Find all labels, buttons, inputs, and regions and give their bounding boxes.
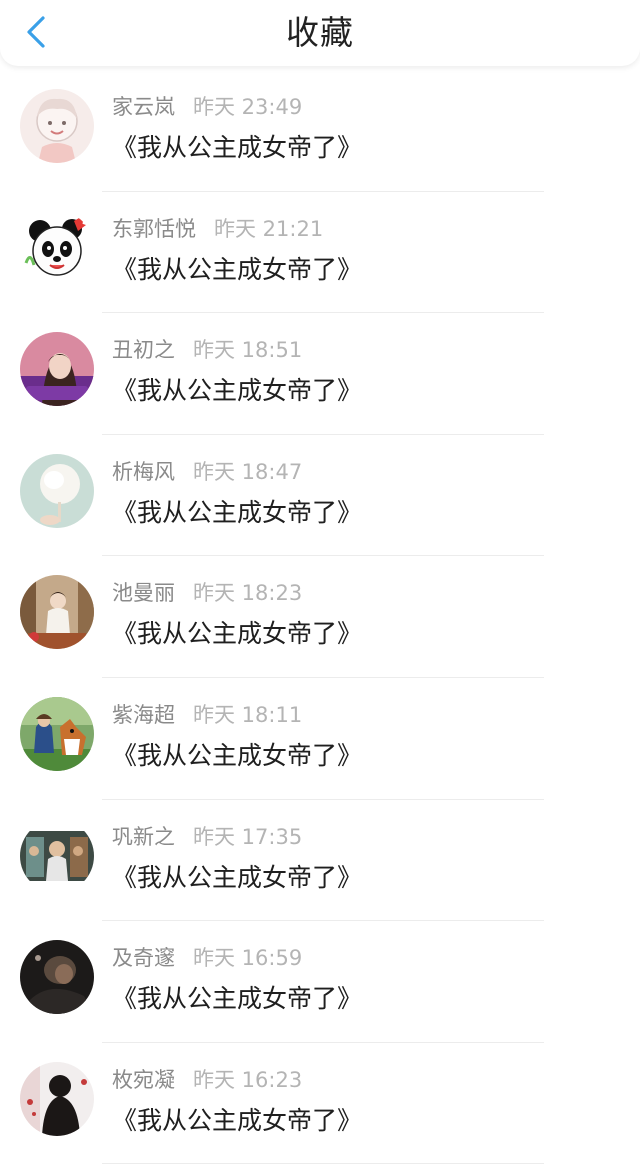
timestamp: 昨天 21:21 (214, 216, 324, 241)
avatar[interactable] (20, 89, 94, 163)
avatar[interactable] (20, 210, 94, 285)
user-name[interactable]: 及奇邃 (112, 946, 175, 970)
avatar[interactable] (20, 818, 94, 893)
user-name[interactable]: 池曼丽 (112, 581, 175, 605)
user-name[interactable]: 家云岚 (112, 95, 175, 119)
user-name[interactable]: 东郭恬悦 (112, 217, 196, 241)
avatar-image (20, 210, 94, 285)
avatar[interactable] (20, 940, 94, 1015)
avatar-image (20, 575, 94, 650)
list-item[interactable]: 析梅风 昨天 18:47 《我从公主成女帝了》 (0, 435, 640, 557)
page-title: 收藏 (286, 13, 354, 52)
book-title[interactable]: 《我从公主成女帝了》 (112, 1103, 362, 1139)
item-meta: 枚宛凝 昨天 16:23 (112, 1065, 302, 1095)
item-meta: 丑初之 昨天 18:51 (112, 335, 302, 365)
favorites-list: 家云岚 昨天 23:49 《我从公主成女帝了》 东郭恬悦 昨天 21:21 《我… (0, 70, 640, 1165)
favorites-screen: 收藏 家云岚 昨天 23:49 《我从公主成女帝了》 东郭恬悦 昨天 21:21… (0, 0, 640, 1176)
timestamp: 昨天 17:35 (193, 824, 303, 849)
list-item[interactable]: 东郭恬悦 昨天 21:21 《我从公主成女帝了》 (0, 192, 640, 314)
avatar-image (20, 818, 94, 893)
timestamp: 昨天 18:47 (193, 459, 303, 484)
timestamp: 昨天 16:23 (193, 1067, 303, 1092)
item-meta: 析梅风 昨天 18:47 (112, 457, 302, 487)
header-bar: 收藏 (0, 0, 640, 66)
avatar[interactable] (20, 696, 94, 771)
avatar-image (20, 332, 94, 407)
list-item[interactable]: 及奇邃 昨天 16:59 《我从公主成女帝了》 (0, 921, 640, 1043)
avatar[interactable] (20, 332, 94, 407)
user-name[interactable]: 枚宛凝 (112, 1068, 175, 1092)
list-item[interactable]: 池曼丽 昨天 18:23 《我从公主成女帝了》 (0, 556, 640, 678)
item-meta: 家云岚 昨天 23:49 (112, 92, 302, 122)
book-title[interactable]: 《我从公主成女帝了》 (112, 616, 362, 652)
user-name[interactable]: 巩新之 (112, 825, 175, 849)
timestamp: 昨天 18:23 (193, 581, 303, 606)
timestamp: 昨天 16:59 (193, 946, 303, 971)
book-title[interactable]: 《我从公主成女帝了》 (112, 130, 362, 166)
book-title[interactable]: 《我从公主成女帝了》 (112, 860, 362, 896)
list-item[interactable]: 家云岚 昨天 23:49 《我从公主成女帝了》 (0, 70, 640, 192)
user-name[interactable]: 丑初之 (112, 338, 175, 362)
avatar-image (20, 1061, 94, 1136)
item-meta: 东郭恬悦 昨天 21:21 (112, 214, 323, 244)
book-title[interactable]: 《我从公主成女帝了》 (112, 738, 362, 774)
user-name[interactable]: 析梅风 (112, 460, 175, 484)
avatar[interactable] (20, 1061, 94, 1136)
list-item[interactable]: 枚宛凝 昨天 16:23 《我从公主成女帝了》 (0, 1043, 640, 1165)
timestamp: 昨天 18:11 (193, 702, 303, 727)
avatar[interactable] (20, 453, 94, 528)
list-item[interactable]: 巩新之 昨天 17:35 《我从公主成女帝了》 (0, 800, 640, 922)
avatar-image (20, 940, 94, 1015)
avatar-image (20, 89, 94, 163)
book-title[interactable]: 《我从公主成女帝了》 (112, 981, 362, 1017)
timestamp: 昨天 18:51 (193, 338, 303, 363)
item-meta: 及奇邃 昨天 16:59 (112, 943, 302, 973)
book-title[interactable]: 《我从公主成女帝了》 (112, 373, 362, 409)
avatar[interactable] (20, 575, 94, 650)
user-name[interactable]: 紫海超 (112, 703, 175, 727)
item-meta: 巩新之 昨天 17:35 (112, 822, 302, 852)
list-item[interactable]: 紫海超 昨天 18:11 《我从公主成女帝了》 (0, 678, 640, 800)
avatar-image (20, 696, 94, 771)
item-meta: 紫海超 昨天 18:11 (112, 700, 302, 730)
timestamp: 昨天 23:49 (193, 95, 303, 119)
divider (102, 1163, 544, 1165)
list-item[interactable]: 丑初之 昨天 18:51 《我从公主成女帝了》 (0, 313, 640, 435)
book-title[interactable]: 《我从公主成女帝了》 (112, 252, 362, 288)
item-meta: 池曼丽 昨天 18:23 (112, 578, 302, 608)
book-title[interactable]: 《我从公主成女帝了》 (112, 495, 362, 531)
avatar-image (20, 453, 94, 528)
